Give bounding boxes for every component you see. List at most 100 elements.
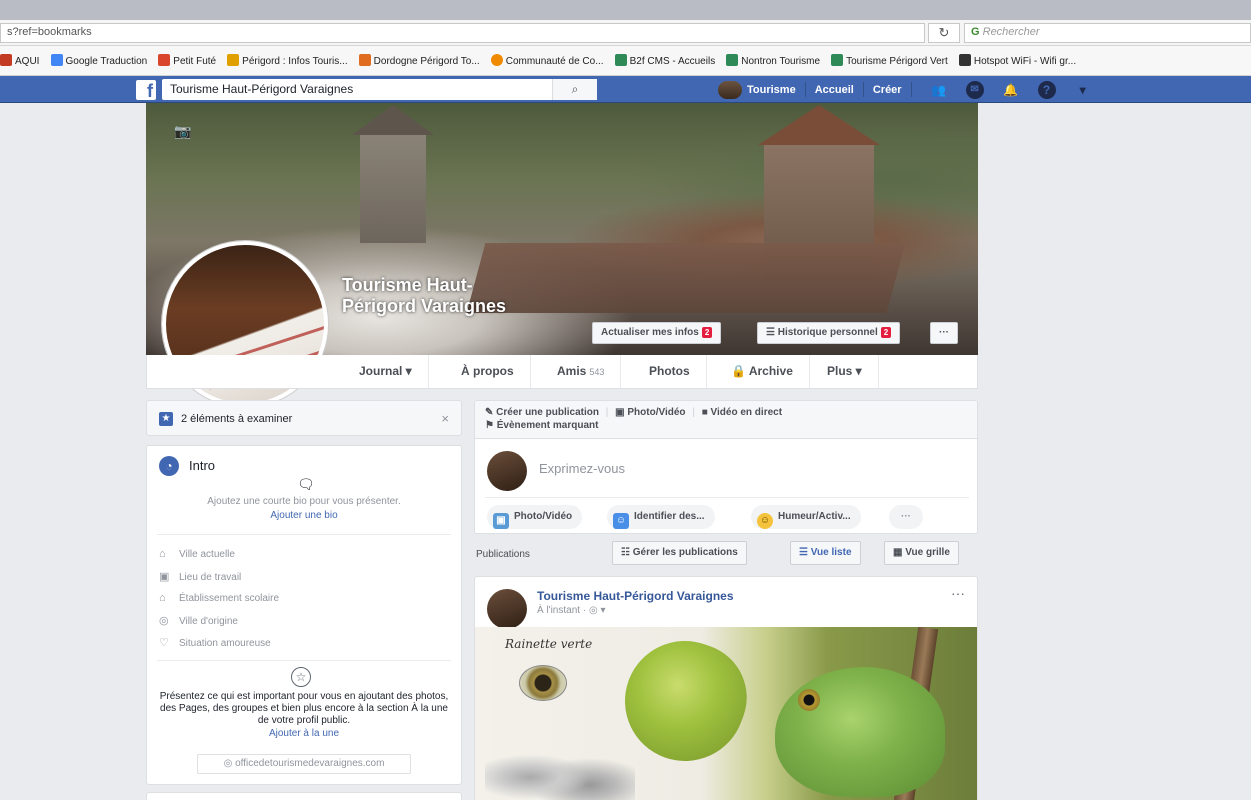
bookmark-favicon-icon bbox=[490, 54, 503, 66]
bookmark-item[interactable]: Petit Futé bbox=[158, 54, 216, 67]
globe-icon: ◔ bbox=[159, 456, 179, 476]
life-event-tab[interactable]: ⚑ Évènement marquant bbox=[485, 420, 598, 431]
next-card bbox=[146, 792, 462, 800]
bookmark-favicon-icon bbox=[50, 54, 63, 66]
help-icon[interactable]: ? bbox=[1037, 80, 1056, 99]
url-field[interactable]: s?ref=bookmarks bbox=[0, 23, 925, 43]
create-post-tab[interactable]: ✎ Créer une publication bbox=[485, 407, 599, 418]
bookmark-item[interactable]: Hotspot WiFi - Wifi gr... bbox=[958, 54, 1076, 67]
live-video-tab[interactable]: ■ Vidéo en direct bbox=[702, 407, 782, 418]
list-icon: ☰ bbox=[766, 327, 778, 338]
photo-video-tab[interactable]: ▣ Photo/Vidéo bbox=[615, 407, 685, 418]
bookmark-item[interactable]: AQUI bbox=[0, 54, 39, 67]
dropdown-icon[interactable]: ▾ bbox=[1074, 81, 1092, 99]
friends-count: 543 bbox=[589, 367, 605, 377]
update-info-button[interactable]: Actualiser mes infos 2 bbox=[592, 322, 722, 344]
reload-icon[interactable]: ↻ bbox=[928, 23, 960, 43]
browser-address-bar: s?ref=bookmarks ↻ G Rechercher bbox=[0, 20, 1251, 46]
heart-icon: ♡ bbox=[159, 637, 169, 649]
search-engine-icon: G bbox=[971, 26, 980, 38]
bookmark-favicon-icon bbox=[614, 54, 627, 66]
bookmark-item[interactable]: Dordogne Périgord To... bbox=[358, 54, 480, 67]
bookmark-favicon-icon bbox=[227, 54, 240, 66]
post-card: Tourisme Haut-Périgord Varaignes À l'ins… bbox=[474, 576, 978, 800]
video-camera-icon: ■ bbox=[701, 407, 711, 418]
bookmark-favicon-icon bbox=[0, 54, 12, 66]
website-link[interactable]: ◎ officedetourismedevaraignes.com bbox=[197, 754, 411, 774]
bookmark-item[interactable]: Google Traduction bbox=[50, 54, 147, 67]
divider: | bbox=[605, 407, 609, 418]
photo-video-button[interactable]: ▣ Photo/Vidéo bbox=[487, 505, 583, 529]
post-timestamp[interactable]: À l'instant · ◎ ▾ bbox=[537, 605, 605, 616]
workplace-row[interactable]: ▣ Lieu de travail bbox=[159, 570, 241, 583]
post-image[interactable]: Rainette verte bbox=[475, 627, 977, 800]
notifications-icon[interactable]: 🔔 bbox=[1002, 81, 1020, 99]
home-link[interactable]: Accueil bbox=[815, 84, 854, 96]
tab-friends[interactable]: Amis 543 bbox=[541, 355, 622, 388]
manage-posts-button[interactable]: ☷ Gérer les publications bbox=[612, 541, 747, 565]
pencil-icon: ✎ bbox=[485, 407, 497, 418]
tab-photos[interactable]: Photos bbox=[633, 355, 707, 388]
tab-more[interactable]: Plus ▾ bbox=[811, 355, 879, 388]
tab-archive[interactable]: 🔒 Archive bbox=[715, 355, 810, 388]
cover-more-button[interactable]: ··· bbox=[930, 322, 958, 344]
featured-prompt: Présentez ce qui est important pour vous… bbox=[159, 691, 449, 726]
star-outline-icon: ☆ bbox=[291, 667, 311, 687]
avatar[interactable] bbox=[487, 589, 527, 629]
bookmark-item[interactable]: B2f CMS - Accueils bbox=[614, 54, 715, 67]
tag-people-button[interactable]: ☺ Identifier des... bbox=[607, 505, 715, 529]
bookmark-item[interactable]: Communauté de Co... bbox=[490, 54, 604, 67]
facebook-logo-icon[interactable]: f bbox=[136, 80, 156, 101]
intro-card: ◔ Intro 🗨 Ajoutez une courte bio pour vo… bbox=[146, 445, 462, 785]
tab-about[interactable]: À propos bbox=[445, 355, 531, 388]
friends-icon[interactable]: 👥 bbox=[930, 81, 948, 99]
bookmark-item[interactable]: Nontron Tourisme bbox=[726, 54, 820, 67]
add-featured-link[interactable]: Ajouter à la une bbox=[157, 728, 451, 739]
bookmark-favicon-icon bbox=[726, 54, 739, 66]
camera-icon[interactable]: 📷 bbox=[174, 123, 191, 140]
profile-link[interactable]: Tourisme bbox=[747, 84, 796, 96]
relationship-row[interactable]: ♡ Situation amoureuse bbox=[159, 636, 271, 649]
create-link[interactable]: Créer bbox=[873, 84, 902, 96]
post-author[interactable]: Tourisme Haut-Périgord Varaignes bbox=[537, 589, 734, 603]
camera-icon: ▣ bbox=[615, 407, 628, 418]
review-notice[interactable]: ★ 2 éléments à examiner × bbox=[146, 400, 462, 436]
composer-input[interactable]: Exprimez-vous bbox=[539, 461, 625, 476]
grid-view-button[interactable]: ▦ Vue grille bbox=[884, 541, 959, 565]
feeling-activity-button[interactable]: ☺ Humeur/Activ... bbox=[751, 505, 861, 529]
intro-title: Intro bbox=[189, 458, 216, 473]
tab-timeline[interactable]: Journal ▾ bbox=[343, 355, 429, 388]
list-view-button[interactable]: ☰ Vue liste bbox=[790, 541, 861, 565]
publications-toolbar: Publications ☷ Gérer les publications ☰ … bbox=[474, 541, 978, 567]
post-options-button[interactable]: ··· bbox=[951, 585, 965, 601]
nav-divider bbox=[804, 82, 806, 97]
cover-bell-tower bbox=[352, 105, 434, 243]
bookmarks-bar: AQUI Google Traduction Petit Futé Périgo… bbox=[0, 46, 1251, 76]
sketch-drawings bbox=[485, 737, 635, 800]
avatar[interactable] bbox=[718, 80, 742, 99]
composer-actions: ✎ Créer une publication | ▣ Photo/Vidéo … bbox=[475, 401, 977, 439]
bookmark-item[interactable]: Périgord : Infos Touris... bbox=[227, 54, 348, 67]
speech-bubble-icon: 🗨 bbox=[297, 476, 315, 492]
close-icon[interactable]: × bbox=[441, 411, 449, 426]
more-options-button[interactable]: ··· bbox=[889, 505, 923, 529]
browser-search-input[interactable]: G Rechercher bbox=[964, 23, 1251, 43]
nav-divider bbox=[862, 82, 864, 97]
search-input[interactable]: Tourisme Haut-Périgord Varaignes bbox=[162, 79, 597, 100]
browser-search-placeholder: Rechercher bbox=[982, 26, 1040, 38]
notification-badge: 2 bbox=[880, 327, 892, 338]
divider bbox=[157, 534, 451, 535]
bookmark-item[interactable]: Tourisme Périgord Vert bbox=[831, 54, 948, 67]
activity-log-button[interactable]: ☰ Historique personnel 2 bbox=[757, 322, 901, 344]
current-city-row[interactable]: ⌂ Ville actuelle bbox=[159, 548, 235, 560]
globe-icon: ◎ bbox=[588, 605, 598, 616]
post-composer: ✎ Créer une publication | ▣ Photo/Vidéo … bbox=[474, 400, 978, 534]
bio-prompt: Ajoutez une courte bio pour vous présent… bbox=[207, 496, 401, 507]
add-bio-link[interactable]: Ajouter une bio bbox=[157, 510, 451, 521]
search-icon[interactable]: ⌕ bbox=[552, 79, 597, 100]
star-icon: ★ bbox=[159, 412, 173, 426]
school-row[interactable]: ⌂ Établissement scolaire bbox=[159, 592, 279, 604]
hometown-row[interactable]: ◎ Ville d'origine bbox=[159, 614, 238, 627]
divider: | bbox=[692, 407, 695, 418]
messenger-icon[interactable]: ✉ bbox=[965, 80, 984, 99]
